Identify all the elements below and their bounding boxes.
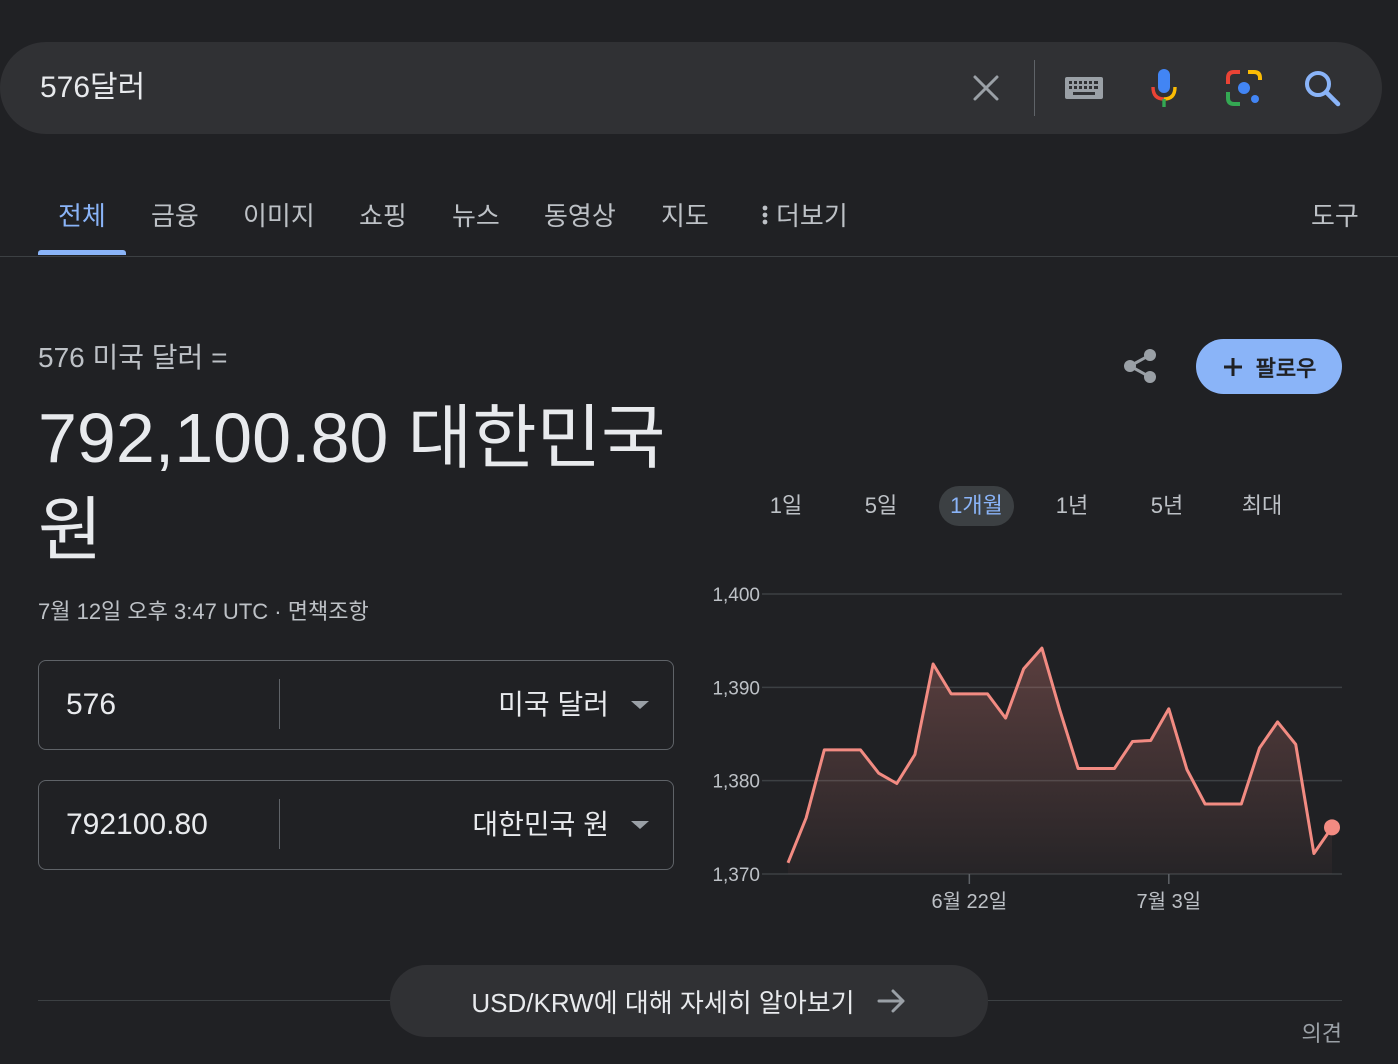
more-vert-icon [762, 205, 768, 224]
converter-separator [279, 799, 280, 849]
chart-current-point [1324, 819, 1340, 836]
to-currency-select[interactable]: 대한민국 원 [472, 781, 609, 869]
search-input[interactable]: 576달러 [40, 42, 145, 134]
y-tick-label: 1,370 [712, 865, 760, 886]
feedback-link[interactable]: 의견 [1302, 1016, 1342, 1048]
range-5y[interactable]: 5년 [1137, 486, 1197, 526]
from-currency-select[interactable]: 미국 달러 [498, 661, 609, 749]
exchange-rate-chart[interactable]: 1,400 1,390 1,380 1,370 6월 22일 7월 3일 [690, 570, 1360, 930]
tools-button[interactable]: 도구 [1311, 196, 1359, 233]
timestamp-line: 7월 12일 오후 3:47 UTC · 면책조항 [38, 594, 369, 626]
search-icon[interactable] [1300, 42, 1344, 134]
tab-images[interactable]: 이미지 [243, 196, 315, 233]
learn-more-label: USD/KRW에 대해 자세히 알아보기 [471, 987, 855, 1018]
conversion-result: 792,100.80 대한민국 원 [38, 392, 718, 576]
close-icon[interactable] [964, 42, 1008, 134]
tab-videos[interactable]: 동영상 [544, 196, 616, 233]
range-max[interactable]: 최대 [1230, 486, 1294, 526]
x-tick-label: 6월 22일 [931, 890, 1007, 913]
range-1m[interactable]: 1개월 [939, 486, 1014, 526]
microphone-icon[interactable] [1142, 42, 1186, 134]
range-1d[interactable]: 1일 [756, 486, 816, 526]
plus-icon [1223, 357, 1242, 376]
follow-button-label: 팔로우 [1255, 355, 1317, 381]
converter-from: 576 미국 달러 [38, 660, 674, 750]
x-tick-label: 7월 3일 [1136, 890, 1201, 913]
chevron-down-icon[interactable] [631, 821, 649, 829]
tab-maps[interactable]: 지도 [661, 196, 709, 233]
share-icon[interactable] [1118, 344, 1162, 388]
y-tick-label: 1,400 [712, 585, 760, 606]
tab-all[interactable]: 전체 [58, 196, 106, 233]
tab-more-label: 더보기 [776, 201, 848, 231]
timestamp: 7월 12일 오후 3:47 UTC [38, 599, 269, 624]
search-divider [1034, 60, 1035, 116]
tab-news[interactable]: 뉴스 [452, 196, 500, 233]
conversion-from-label: 576 미국 달러 = [38, 342, 228, 373]
follow-button[interactable]: 팔로우 [1196, 339, 1342, 394]
range-1y[interactable]: 1년 [1042, 486, 1102, 526]
from-amount-input[interactable]: 576 [66, 661, 116, 749]
conversion-result-unit: 원 [38, 491, 103, 569]
y-tick-label: 1,380 [712, 772, 760, 793]
converter-to: 792100.80 대한민국 원 [38, 780, 674, 870]
converter-separator [279, 679, 280, 729]
tab-more[interactable]: 더보기 [762, 196, 848, 233]
search-tabs: 전체 금융 이미지 쇼핑 뉴스 동영상 지도 더보기 도구 [0, 170, 1398, 258]
y-tick-label: 1,390 [712, 678, 760, 699]
chevron-down-icon[interactable] [631, 701, 649, 709]
google-lens-icon[interactable] [1222, 42, 1266, 134]
keyboard-icon[interactable] [1060, 42, 1108, 134]
arrow-right-icon [877, 989, 905, 1013]
tab-finance[interactable]: 금융 [151, 196, 199, 233]
search-bar[interactable]: 576달러 [0, 42, 1382, 134]
to-amount-input[interactable]: 792100.80 [66, 781, 208, 869]
tab-shopping[interactable]: 쇼핑 [359, 196, 407, 233]
learn-more-button[interactable]: USD/KRW에 대해 자세히 알아보기 [390, 965, 988, 1037]
tabs-divider [0, 256, 1398, 257]
active-tab-indicator [38, 250, 126, 255]
conversion-result-amount: 792,100.80 대한민국 [38, 399, 666, 477]
disclaimer-link[interactable]: 면책조항 [288, 599, 369, 624]
range-5d[interactable]: 5일 [851, 486, 911, 526]
timestamp-separator: · [274, 599, 282, 624]
